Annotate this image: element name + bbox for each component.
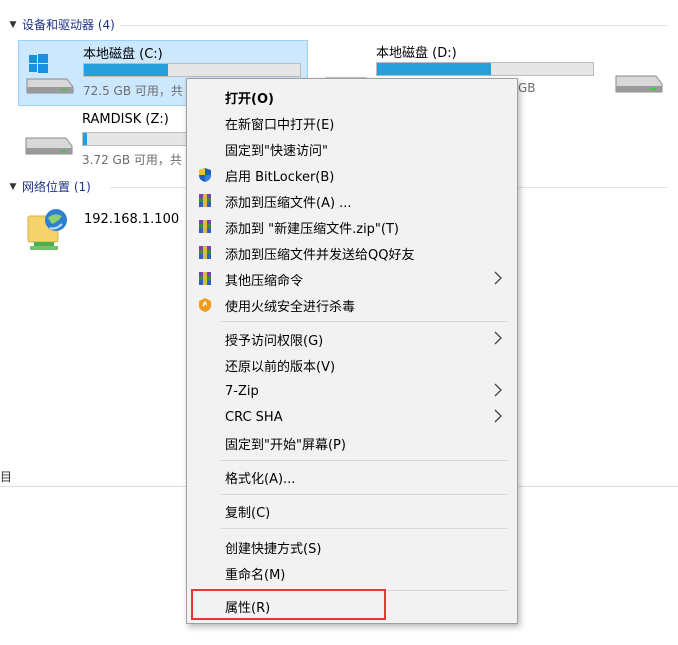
menu-item-label: 其他压缩命令 [225, 273, 304, 289]
network-location-item[interactable]: 192.168.1.100 [20, 204, 190, 256]
huorong-icon [197, 297, 213, 313]
menu-item-add-to-archive[interactable]: 添加到压缩文件(A) ... [189, 188, 515, 214]
group-header-devices[interactable]: ▼ 设备和驱动器 (4) [8, 16, 115, 33]
chevron-right-icon [491, 382, 505, 398]
drive-usage-bar [83, 63, 301, 77]
menu-item-properties[interactable]: 属性(R) [189, 593, 515, 619]
menu-item-open-new-window[interactable]: 在新窗口中打开(E) [189, 110, 515, 136]
menu-separator [221, 528, 507, 529]
menu-item-label: 在新窗口中打开(E) [225, 117, 335, 133]
menu-item-label: 重命名(M) [225, 567, 286, 583]
menu-item-rename[interactable]: 重命名(M) [189, 560, 515, 586]
drive-name: 本地磁盘 (D:) [376, 46, 457, 61]
drive-free-space: 3.72 GB 可用，共 [82, 153, 182, 167]
hard-drive-icon [22, 120, 74, 164]
menu-item-label: 固定到"开始"屏幕(P) [225, 437, 346, 453]
group-header-network[interactable]: ▼ 网络位置 (1) [8, 178, 91, 195]
explorer-window: ▼ 设备和驱动器 (4) 本地磁盘 (C:) 72.5 GB 可用，共 本地磁盘… [0, 0, 678, 645]
menu-separator [221, 494, 507, 495]
menu-item-label: 固定到"快速访问" [225, 143, 328, 159]
archive-icon [197, 245, 213, 261]
menu-item-open[interactable]: 打开(O) [189, 84, 515, 110]
menu-item-7zip[interactable]: 7-Zip [189, 378, 515, 404]
menu-item-format[interactable]: 格式化(A)... [189, 464, 515, 490]
menu-item-label: 添加到 "新建压缩文件.zip"(T) [225, 221, 399, 237]
menu-item-label: 属性(R) [225, 600, 271, 616]
menu-item-label: 格式化(A)... [225, 471, 296, 487]
network-location-name: 192.168.1.100 [84, 212, 180, 227]
menu-separator [221, 321, 507, 322]
chevron-right-icon [491, 330, 505, 346]
menu-item-archive-send-qq[interactable]: 添加到压缩文件并发送给QQ好友 [189, 240, 515, 266]
menu-item-create-shortcut[interactable]: 创建快捷方式(S) [189, 534, 515, 560]
chevron-down-icon: ▼ [9, 181, 17, 192]
drive-name: RAMDISK (Z:) [82, 112, 169, 127]
chevron-right-icon [491, 270, 505, 286]
hard-drive-icon [614, 62, 666, 102]
chevron-down-icon: ▼ [9, 19, 17, 30]
menu-item-label: 使用火绒安全进行杀毒 [225, 299, 356, 315]
menu-separator [221, 590, 507, 591]
archive-icon [197, 219, 213, 235]
menu-separator [221, 460, 507, 461]
menu-item-label: 复制(C) [225, 505, 271, 521]
windows-drive-icon [23, 51, 75, 95]
menu-item-label: 添加到压缩文件(A) ... [225, 195, 352, 211]
menu-item-add-to-zip[interactable]: 添加到 "新建压缩文件.zip"(T) [189, 214, 515, 240]
menu-item-bitlocker[interactable]: 启用 BitLocker(B) [189, 162, 515, 188]
drive-usage-fill [84, 64, 169, 76]
menu-item-pin-start[interactable]: 固定到"开始"屏幕(P) [189, 430, 515, 456]
menu-item-label: 7-Zip [225, 383, 259, 399]
menu-item-label: 添加到压缩文件并发送给QQ好友 [225, 247, 415, 263]
shield-icon [197, 167, 213, 183]
archive-icon [197, 271, 213, 287]
group-divider [120, 25, 668, 26]
context-menu: 打开(O) 在新窗口中打开(E) 固定到"快速访问" 启用 BitLocker(… [186, 78, 518, 624]
drive-usage-bar [376, 62, 594, 76]
chevron-right-icon [491, 408, 505, 424]
archive-icon [197, 193, 213, 209]
menu-item-label: 授予访问权限(G) [225, 333, 324, 349]
menu-item-label: 还原以前的版本(V) [225, 359, 336, 375]
network-folder-icon [24, 206, 74, 256]
drive-free-space: GB [518, 81, 536, 95]
menu-item-crc-sha[interactable]: CRC SHA [189, 404, 515, 430]
menu-item-label: CRC SHA [225, 409, 283, 425]
menu-item-label: 启用 BitLocker(B) [225, 169, 335, 185]
group-header-label: 网络位置 (1) [22, 180, 91, 194]
menu-item-other-archive-commands[interactable]: 其他压缩命令 [189, 266, 515, 292]
menu-item-label: 打开(O) [225, 91, 274, 107]
drive-name: 本地磁盘 (C:) [83, 47, 163, 62]
menu-item-pin-quick-access[interactable]: 固定到"快速访问" [189, 136, 515, 162]
drive-usage-fill [377, 63, 492, 75]
menu-item-huorong-scan[interactable]: 使用火绒安全进行杀毒 [189, 292, 515, 318]
menu-item-label: 创建快捷方式(S) [225, 541, 322, 557]
menu-item-copy[interactable]: 复制(C) [189, 498, 515, 524]
status-text: 目 [0, 470, 13, 484]
menu-item-restore-previous[interactable]: 还原以前的版本(V) [189, 352, 515, 378]
group-header-label: 设备和驱动器 (4) [22, 18, 115, 32]
drive-usage-fill [83, 133, 88, 145]
menu-item-grant-access[interactable]: 授予访问权限(G) [189, 326, 515, 352]
drive-free-space: 72.5 GB 可用，共 [83, 84, 183, 98]
